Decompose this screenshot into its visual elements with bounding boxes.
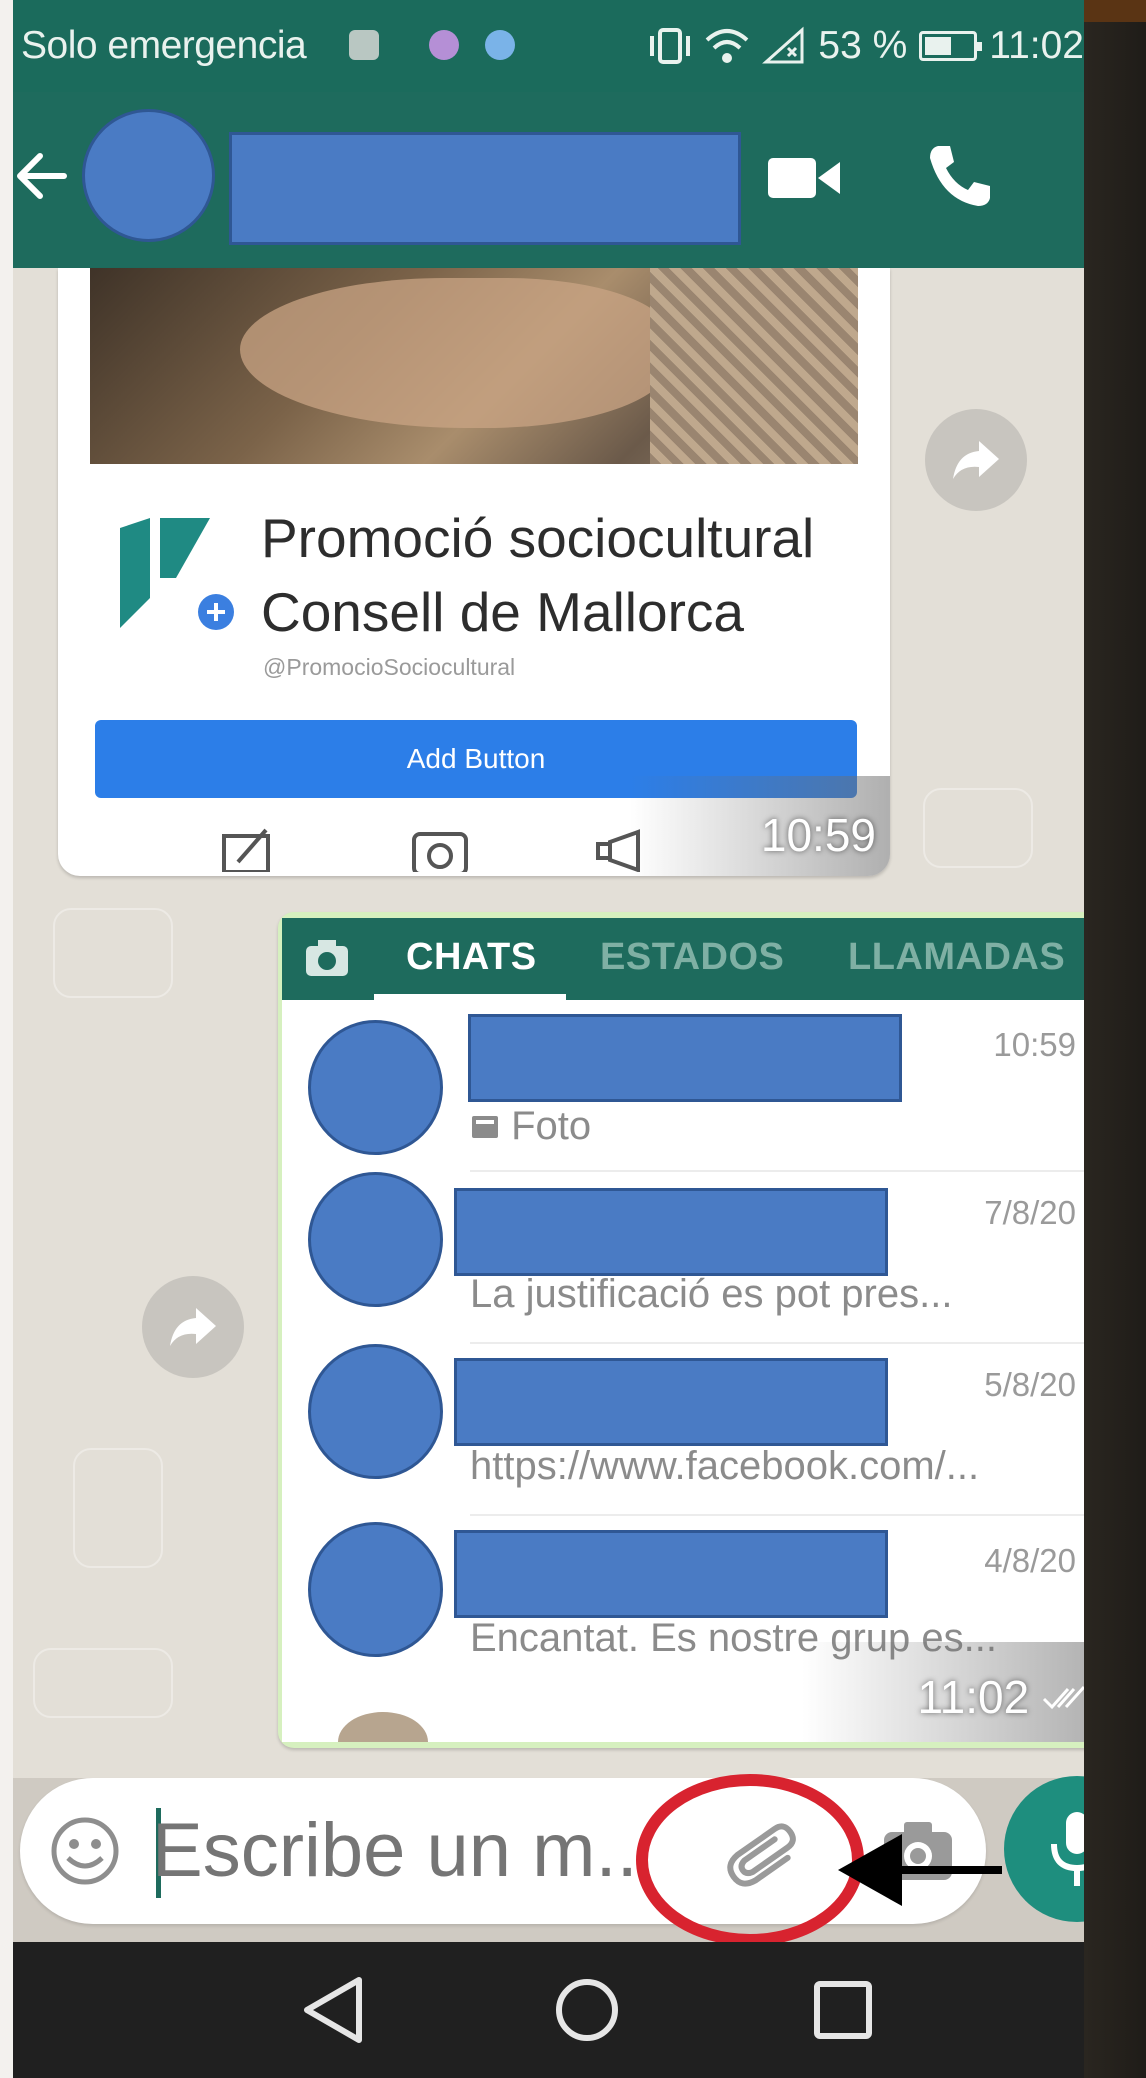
highlight-circle-annotation	[636, 1774, 864, 1946]
notification-icon	[485, 30, 515, 60]
notification-icon	[349, 30, 379, 60]
notification-icon	[429, 30, 459, 60]
video-call-icon[interactable]	[766, 150, 842, 206]
contact-name-redacted[interactable]	[229, 132, 741, 245]
incoming-image-message[interactable]: Promoció sociocultural Consell de Mallor…	[58, 268, 890, 876]
contact-avatar[interactable]	[82, 109, 215, 242]
share-icon	[170, 1308, 216, 1346]
chat-list-item: 5/8/20 https://www.facebook.com/...	[282, 1344, 1102, 1516]
chat-name-redacted	[454, 1358, 888, 1446]
nav-back-icon[interactable]	[293, 1970, 373, 2050]
signal-icon	[762, 26, 804, 64]
chat-list-item: 10:59 Foto	[282, 1000, 1102, 1172]
chat-avatar	[308, 1522, 443, 1657]
share-icon	[953, 441, 999, 479]
message-time-text: 11:02	[917, 1671, 1030, 1723]
chat-date: 5/8/20	[984, 1366, 1076, 1403]
chat-avatar	[338, 1712, 428, 1742]
cover-photo	[90, 268, 858, 464]
add-circle-icon	[198, 594, 234, 630]
message-input[interactable]	[152, 1800, 632, 1900]
message-timestamp: 11:02	[918, 1670, 1086, 1724]
tab-estados: ESTADOS	[600, 936, 785, 978]
tab-llamadas: LLAMADAS	[848, 936, 1066, 978]
message-timestamp: 10:59	[760, 809, 876, 861]
chat-avatar	[308, 1020, 443, 1155]
chat-preview-text: La justificació es pot pres...	[470, 1272, 953, 1316]
wifi-icon	[706, 29, 749, 63]
camera-icon	[306, 940, 348, 976]
nav-recents-icon[interactable]	[803, 1970, 883, 2050]
image-border	[1084, 0, 1146, 2078]
chat-list-screenshot[interactable]: CHATS ESTADOS LLAMADAS 10:59 Foto 7/8/20…	[282, 918, 1102, 1742]
system-navigation-bar	[13, 1942, 1084, 2078]
vibrate-icon	[650, 28, 691, 64]
chat-date: 10:59	[993, 1026, 1076, 1063]
chat-date: 7/8/20	[984, 1194, 1076, 1231]
chat-name-redacted	[468, 1014, 902, 1102]
battery-icon	[919, 31, 983, 61]
image-border	[0, 0, 13, 2078]
forward-button[interactable]	[925, 409, 1027, 511]
chat-avatar	[308, 1344, 443, 1479]
page-name-line-1: Promoció sociocultural	[261, 507, 815, 569]
battery-percentage: 53 %	[818, 24, 908, 67]
chat-date: 4/8/20	[984, 1542, 1076, 1579]
photo-icon	[472, 1116, 498, 1138]
chat-avatar	[308, 1172, 443, 1307]
arrow-annotation	[838, 1834, 1002, 1906]
page-handle: @PromocioSociocultural	[263, 654, 516, 680]
forward-button[interactable]	[142, 1276, 244, 1378]
phone-screen: Solo emergencia 53 % 11:02 Promoció soci…	[0, 0, 1146, 2078]
chat-preview-text: Foto	[511, 1104, 592, 1148]
phone-icon[interactable]	[924, 140, 996, 212]
page-name-line-2: Consell de Mallorca	[261, 581, 744, 643]
chat-preview-text: https://www.facebook.com/...	[470, 1444, 980, 1488]
chat-preview: Foto	[470, 1104, 591, 1149]
back-arrow-icon[interactable]	[12, 136, 72, 216]
double-check-icon	[1042, 1685, 1086, 1710]
tab-bar: CHATS ESTADOS LLAMADAS	[282, 918, 1102, 1000]
status-bar: Solo emergencia 53 % 11:02	[13, 0, 1084, 92]
emoji-icon[interactable]	[50, 1816, 120, 1886]
carrier-text: Solo emergencia	[21, 24, 307, 67]
chat-name-redacted	[454, 1530, 888, 1618]
tab-chats: CHATS	[406, 936, 537, 978]
nav-home-icon[interactable]	[547, 1970, 627, 2050]
chat-name-redacted	[454, 1188, 888, 1276]
chat-list-item: 7/8/20 La justificació es pot pres...	[282, 1172, 1102, 1344]
clock: 11:02	[989, 24, 1084, 67]
